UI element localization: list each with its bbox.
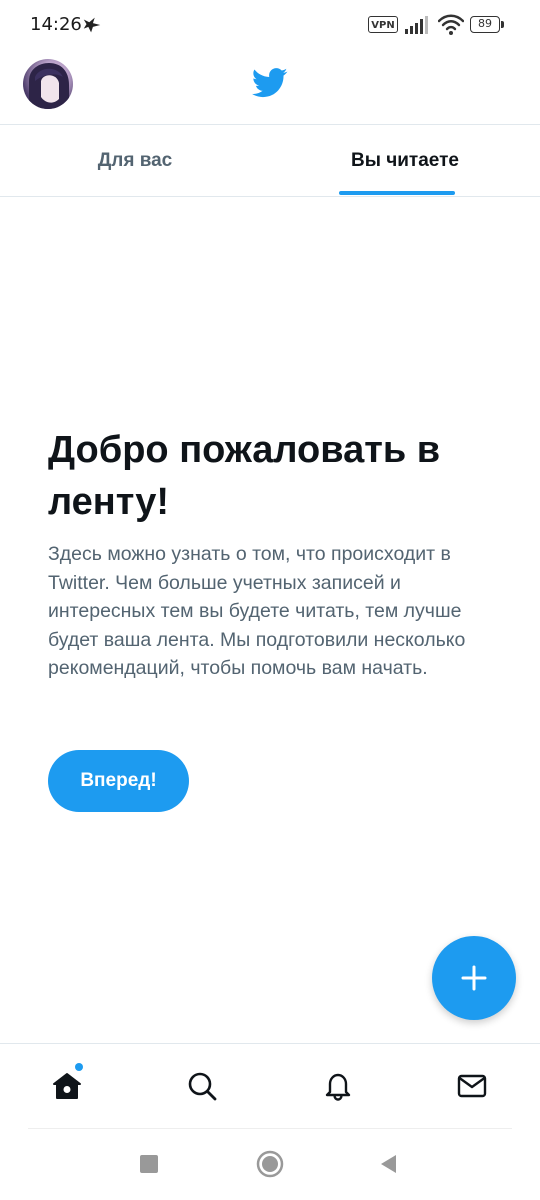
back-icon bbox=[381, 1155, 396, 1173]
bird-notification-icon bbox=[83, 17, 101, 33]
status-bar: 14:26 VPN 89 bbox=[0, 0, 540, 52]
home-circle-icon bbox=[256, 1150, 284, 1178]
recents-icon bbox=[140, 1155, 158, 1173]
bird-logo-icon bbox=[252, 68, 288, 98]
bottom-nav-divider bbox=[0, 1043, 540, 1044]
system-home-button[interactable] bbox=[252, 1146, 288, 1182]
new-posts-badge bbox=[75, 1063, 83, 1071]
tabs-divider bbox=[0, 196, 540, 197]
plus-icon bbox=[461, 965, 487, 991]
search-icon bbox=[188, 1072, 217, 1101]
system-back-button[interactable] bbox=[371, 1146, 407, 1182]
nav-home[interactable] bbox=[41, 1060, 93, 1112]
profile-avatar[interactable] bbox=[23, 59, 73, 109]
bell-icon bbox=[325, 1073, 351, 1101]
avatar-image bbox=[29, 63, 69, 109]
vpn-badge: VPN bbox=[368, 16, 398, 33]
wifi-icon bbox=[438, 14, 464, 35]
timeline-tabs: Для вас Вы читаете bbox=[0, 125, 540, 197]
nav-messages[interactable] bbox=[446, 1060, 498, 1112]
system-recents-button[interactable] bbox=[131, 1146, 167, 1182]
welcome-title: Добро пожаловать в ленту! bbox=[48, 429, 441, 523]
welcome-description: Здесь можно узнать о том, что происходит… bbox=[48, 543, 466, 679]
battery-tip bbox=[501, 21, 504, 28]
compose-tweet-button[interactable] bbox=[432, 936, 516, 1020]
envelope-icon bbox=[457, 1074, 487, 1098]
signal-icon bbox=[405, 16, 428, 34]
system-divider bbox=[28, 1128, 512, 1129]
app-screen: 14:26 VPN 89 Для вас Вы читаете Добро по… bbox=[0, 0, 540, 1200]
battery-level: 89 bbox=[470, 16, 500, 33]
get-started-button[interactable]: Вперед! bbox=[48, 750, 189, 812]
tab-for-you[interactable]: Для вас bbox=[0, 125, 270, 197]
status-time: 14:26 bbox=[30, 14, 82, 35]
tab-following[interactable]: Вы читаете bbox=[270, 125, 540, 197]
nav-notifications[interactable] bbox=[312, 1060, 364, 1112]
home-icon bbox=[53, 1073, 81, 1099]
battery-indicator: 89 bbox=[470, 16, 504, 33]
nav-search[interactable] bbox=[176, 1060, 228, 1112]
active-tab-indicator bbox=[339, 191, 455, 195]
